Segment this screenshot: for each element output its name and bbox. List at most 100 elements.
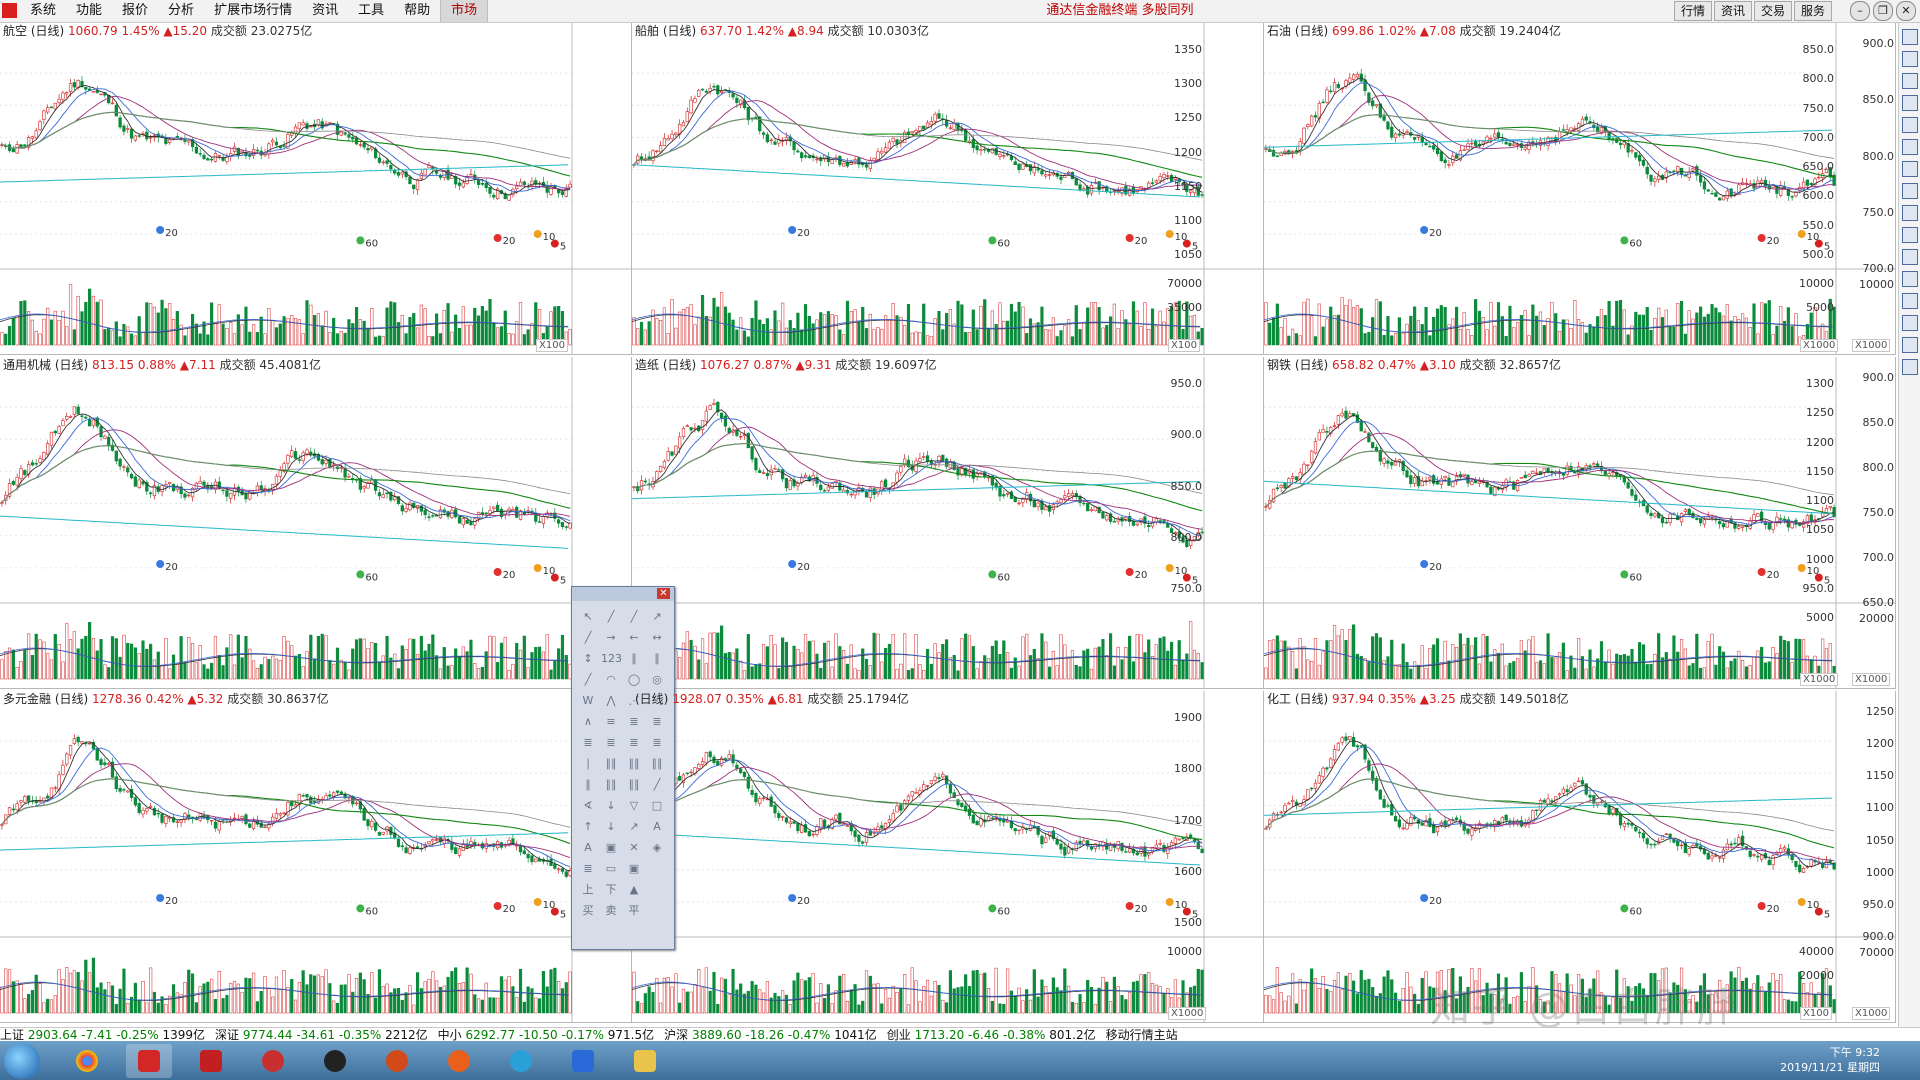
drawing-tool-icon[interactable]: ╱: [578, 628, 598, 648]
kline-chart[interactable]: 2060 20 105: [0, 691, 632, 1023]
broker-app-icon[interactable]: [188, 1044, 234, 1078]
toolbox-close-icon[interactable]: ✕: [657, 588, 670, 599]
drawing-tool-icon[interactable]: ◎: [647, 670, 667, 690]
menu-function[interactable]: 功能: [66, 0, 112, 22]
drawing-tool-icon[interactable]: ▽: [624, 796, 644, 816]
up-icon[interactable]: [1902, 51, 1918, 67]
menu-tools[interactable]: 工具: [348, 0, 394, 22]
drawing-toolbox[interactable]: ✕ ↖ ╱ ╱ ↗ ╱ → ← ↔ ↕ 123 ∥ ∥ ╱ ◠ ◯ ◎ W ⋀ ⋰ ⋱ ∧ ≡ ≣ ≣ ≣ ≣ ≣ ≣ ∣ ∥∥ ∥∥ ∥∥ ∥…: [571, 586, 675, 950]
chart-panel[interactable]: 化工 (日线) 937.94 0.35% ▲3.25 成交额 149.5018亿…: [1264, 691, 1896, 1023]
drawing-tool-icon[interactable]: 下: [601, 880, 621, 900]
index-quote[interactable]: 上证 2903.64 -7.41 -0.25% 1399亿: [0, 1028, 205, 1042]
index-quote[interactable]: 深证 9774.44 -34.61 -0.35% 2212亿: [215, 1028, 428, 1042]
drawing-tool-icon[interactable]: ∣: [578, 754, 598, 774]
cfg-icon[interactable]: [1902, 337, 1918, 353]
drawing-tool-icon[interactable]: [647, 901, 667, 921]
drawing-tool-icon[interactable]: ≣: [647, 712, 667, 732]
drawing-tool-icon[interactable]: ∥∥: [624, 754, 644, 774]
drawing-tool-icon[interactable]: ↓: [601, 817, 621, 837]
kline-chart[interactable]: 2060 20 105: [632, 357, 1264, 689]
drawing-tool-icon[interactable]: ∥: [647, 649, 667, 669]
kline-chart[interactable]: 2060 20 105: [632, 691, 1264, 1023]
drawing-tool-icon[interactable]: 卖: [601, 901, 621, 921]
menu-extended-market[interactable]: 扩展市场行情: [204, 0, 302, 22]
drawing-tool-icon[interactable]: ∥: [578, 775, 598, 795]
index-quote[interactable]: 创业 1713.20 -6.46 -0.38% 801.2亿: [887, 1028, 1096, 1042]
drawing-tool-icon[interactable]: ↓: [601, 796, 621, 816]
drawing-tool-icon[interactable]: A: [647, 817, 667, 837]
drawing-tool-icon[interactable]: A: [578, 838, 598, 858]
drawing-tool-icon[interactable]: →: [601, 628, 621, 648]
drawing-tool-icon[interactable]: 买: [578, 901, 598, 921]
drawing-tool-icon[interactable]: ≣: [624, 712, 644, 732]
chart-panel[interactable]: 航空 (日线) 1060.79 1.45% ▲15.20 成交额 23.0275…: [0, 23, 632, 355]
quote-button[interactable]: 行情: [1673, 1, 1712, 21]
drawing-tool-icon[interactable]: ≣: [601, 733, 621, 753]
toolbox-titlebar[interactable]: ✕: [572, 587, 674, 601]
back-icon[interactable]: [1902, 29, 1918, 45]
tdx-app-icon[interactable]: [126, 1044, 172, 1078]
drawing-tool-icon[interactable]: ↔: [647, 628, 667, 648]
drawing-tool-icon[interactable]: ▭: [601, 859, 621, 879]
grid-icon[interactable]: [1902, 183, 1918, 199]
drawing-tool-icon[interactable]: ∥∥: [624, 775, 644, 795]
menu-quote[interactable]: 报价: [112, 0, 158, 22]
chart-panel[interactable]: 石油 (日线) 699.86 1.02% ▲7.08 成交额 19.2404亿 …: [1264, 23, 1896, 355]
service-button[interactable]: 服务: [1793, 1, 1832, 21]
chart-panel[interactable]: 造纸 (日线) 1076.27 0.87% ▲9.31 成交额 19.6097亿…: [632, 357, 1264, 689]
drawing-tool-icon[interactable]: ≣: [647, 733, 667, 753]
drawing-tool-icon[interactable]: ≡: [601, 712, 621, 732]
drawing-tool-icon[interactable]: ╱: [624, 607, 644, 627]
drawing-tool-icon[interactable]: ↗: [647, 607, 667, 627]
chart-panel[interactable]: 钢铁 (日线) 658.82 0.47% ▲3.10 成交额 32.8657亿 …: [1264, 357, 1896, 689]
circle-icon[interactable]: [1902, 315, 1918, 331]
drawing-tool-icon[interactable]: ╱: [647, 775, 667, 795]
start-button-icon[interactable]: [4, 1043, 40, 1079]
index-quote[interactable]: 中小 6292.77 -10.50 -0.17% 971.5亿: [438, 1028, 654, 1042]
media-icon[interactable]: [436, 1044, 482, 1078]
drawing-tool-icon[interactable]: [647, 859, 667, 879]
qq-icon[interactable]: [312, 1044, 358, 1078]
fs-icon[interactable]: [1902, 359, 1918, 375]
chart-panel[interactable]: 船舶 (日线) 637.70 1.42% ▲8.94 成交额 10.0303亿 …: [632, 23, 1264, 355]
folder-icon[interactable]: [622, 1044, 668, 1078]
menu-system[interactable]: 系统: [20, 0, 66, 22]
drawing-tool-icon[interactable]: ↖: [578, 607, 598, 627]
chrome-icon[interactable]: [64, 1044, 110, 1078]
drawing-tool-icon[interactable]: □: [647, 796, 667, 816]
doc-icon[interactable]: [1902, 249, 1918, 265]
news-button[interactable]: 资讯: [1713, 1, 1752, 21]
drawing-tool-icon[interactable]: ╱: [578, 670, 598, 690]
trade-button[interactable]: 交易: [1753, 1, 1792, 21]
drawing-tool-icon[interactable]: ∥∥: [601, 754, 621, 774]
fiz-icon[interactable]: [1902, 271, 1918, 287]
drawing-tool-icon[interactable]: 平: [624, 901, 644, 921]
drawing-tool-icon[interactable]: ≣: [624, 733, 644, 753]
system-clock[interactable]: 下午 9:32 2019/11/21 星期四: [1780, 1045, 1880, 1075]
drawing-tool-icon[interactable]: ≣: [578, 733, 598, 753]
drawing-tool-icon[interactable]: 上: [578, 880, 598, 900]
f10-icon[interactable]: [1902, 205, 1918, 221]
solitaire-icon[interactable]: [250, 1044, 296, 1078]
restore-icon[interactable]: ❐: [1873, 1, 1893, 21]
lock-icon[interactable]: [1902, 293, 1918, 309]
drawing-tool-icon[interactable]: ◈: [647, 838, 667, 858]
drawing-tool-icon[interactable]: W: [578, 691, 598, 711]
chart-panel[interactable]: (日线) 1928.07 0.35% ▲6.81 成交额 25.1794亿 20…: [632, 691, 1264, 1023]
chart-icon[interactable]: [1902, 139, 1918, 155]
menu-help[interactable]: 帮助: [394, 0, 440, 22]
drawing-tool-icon[interactable]: ←: [624, 628, 644, 648]
minimize-icon[interactable]: –: [1850, 1, 1870, 21]
wps-icon[interactable]: [560, 1044, 606, 1078]
drawing-tool-icon[interactable]: ↗: [624, 817, 644, 837]
drawing-tool-icon[interactable]: ▲: [624, 880, 644, 900]
drawing-tool-icon[interactable]: ◯: [624, 670, 644, 690]
drawing-tool-icon[interactable]: ◠: [601, 670, 621, 690]
news-icon[interactable]: [1902, 227, 1918, 243]
kline-chart[interactable]: 2060 20 105: [0, 23, 632, 355]
drawing-tool-icon[interactable]: ↑: [578, 817, 598, 837]
close-icon[interactable]: ✕: [1896, 1, 1916, 21]
game-icon[interactable]: [374, 1044, 420, 1078]
drawing-tool-icon[interactable]: ↕: [578, 649, 598, 669]
drawing-tool-icon[interactable]: ✕: [624, 838, 644, 858]
